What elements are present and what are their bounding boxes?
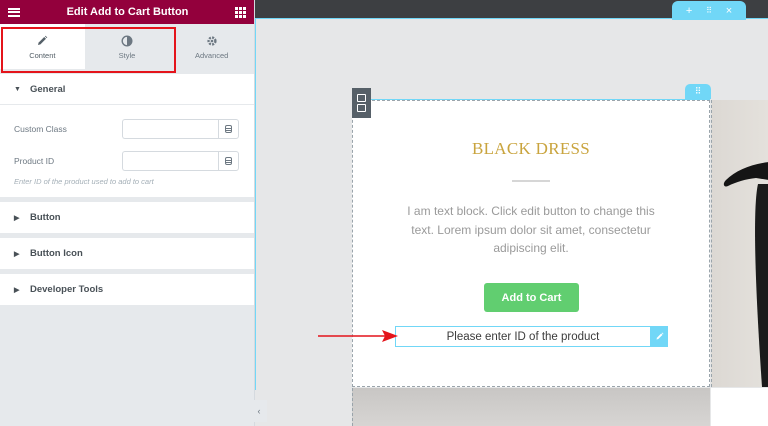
widgets-grid-icon[interactable] <box>234 6 246 18</box>
section-button-icon-header[interactable]: ▶ Button Icon <box>0 238 254 269</box>
tab-content[interactable]: Content <box>0 24 85 69</box>
text-block: I am text block. Click edit button to ch… <box>407 204 655 255</box>
product-id-help: Enter ID of the product used to add to c… <box>14 177 154 186</box>
section-general-header[interactable]: ▼ General <box>0 74 254 105</box>
edit-widget-button[interactable] <box>650 326 668 347</box>
menu-icon[interactable] <box>8 7 20 17</box>
editor-panel: Edit Add to Cart Button Content Style Ad… <box>0 0 255 426</box>
custom-class-label: Custom Class <box>14 124 67 134</box>
section-handle: + ⠿ × <box>672 1 746 20</box>
section-button-title: Button <box>30 212 61 223</box>
tab-advanced[interactable]: Advanced <box>169 24 254 69</box>
product-id-control: Product ID <box>0 145 254 177</box>
widget-handle[interactable]: ⠿ <box>685 84 711 99</box>
section-general: ▼ General Custom Class Product ID Enter … <box>0 74 254 197</box>
custom-class-input[interactable] <box>122 119 218 139</box>
half-circle-icon <box>121 34 133 48</box>
database-icon <box>225 125 232 133</box>
panel-tabs: Content Style Advanced <box>0 24 254 69</box>
section-general-title: General <box>30 83 66 95</box>
tab-style[interactable]: Style <box>85 24 170 69</box>
close-icon[interactable]: × <box>726 5 732 17</box>
tab-advanced-label: Advanced <box>195 50 229 60</box>
caret-down-icon: ▼ <box>14 85 21 93</box>
tab-style-label: Style <box>118 50 136 60</box>
caret-right-icon: ▶ <box>14 286 20 294</box>
next-section-image <box>352 388 710 426</box>
section-outline-left <box>255 18 256 390</box>
panel-header: Edit Add to Cart Button <box>0 0 254 24</box>
gear-icon <box>206 34 218 48</box>
pencil-icon <box>36 34 48 48</box>
divider <box>512 180 550 182</box>
chevron-left-icon: ‹ <box>257 406 261 416</box>
section-button-icon: ▶ Button Icon <box>0 238 254 269</box>
panel-title: Edit Add to Cart Button <box>66 6 189 18</box>
collapse-panel-button[interactable]: ‹ <box>251 400 267 422</box>
next-section-blank <box>711 388 768 426</box>
caret-right-icon: ▶ <box>14 250 20 258</box>
widget-outline <box>352 99 710 100</box>
pencil-icon <box>656 332 663 340</box>
dynamic-tags-button[interactable] <box>218 119 239 139</box>
section-button-header[interactable]: ▶ Button <box>0 202 254 233</box>
section-developer-tools-title: Developer Tools <box>30 284 104 295</box>
drag-icon[interactable]: ⠿ <box>706 6 712 15</box>
product-id-label: Product ID <box>14 156 55 166</box>
section-button: ▶ Button <box>0 202 254 233</box>
custom-class-control: Custom Class <box>0 113 254 145</box>
database-icon <box>225 157 232 165</box>
product-id-input[interactable] <box>122 151 218 171</box>
add-to-cart-button[interactable]: Add to Cart <box>484 283 579 312</box>
red-arrow-annotation <box>318 330 398 342</box>
caret-right-icon: ▶ <box>14 214 20 222</box>
tab-content-label: Content <box>29 50 56 60</box>
section-developer-tools: ▶ Developer Tools <box>0 274 254 305</box>
column-handle[interactable] <box>352 88 371 118</box>
product-image <box>711 100 768 387</box>
section-button-icon-title: Button Icon <box>30 248 83 259</box>
product-title: BLACK DRESS <box>471 139 591 158</box>
dynamic-tags-button[interactable] <box>218 151 239 171</box>
section-developer-tools-header[interactable]: ▶ Developer Tools <box>0 274 254 305</box>
drag-icon: ⠿ <box>694 86 702 96</box>
add-icon[interactable]: + <box>686 5 692 17</box>
product-id-notice[interactable]: Please enter ID of the product <box>395 326 651 347</box>
